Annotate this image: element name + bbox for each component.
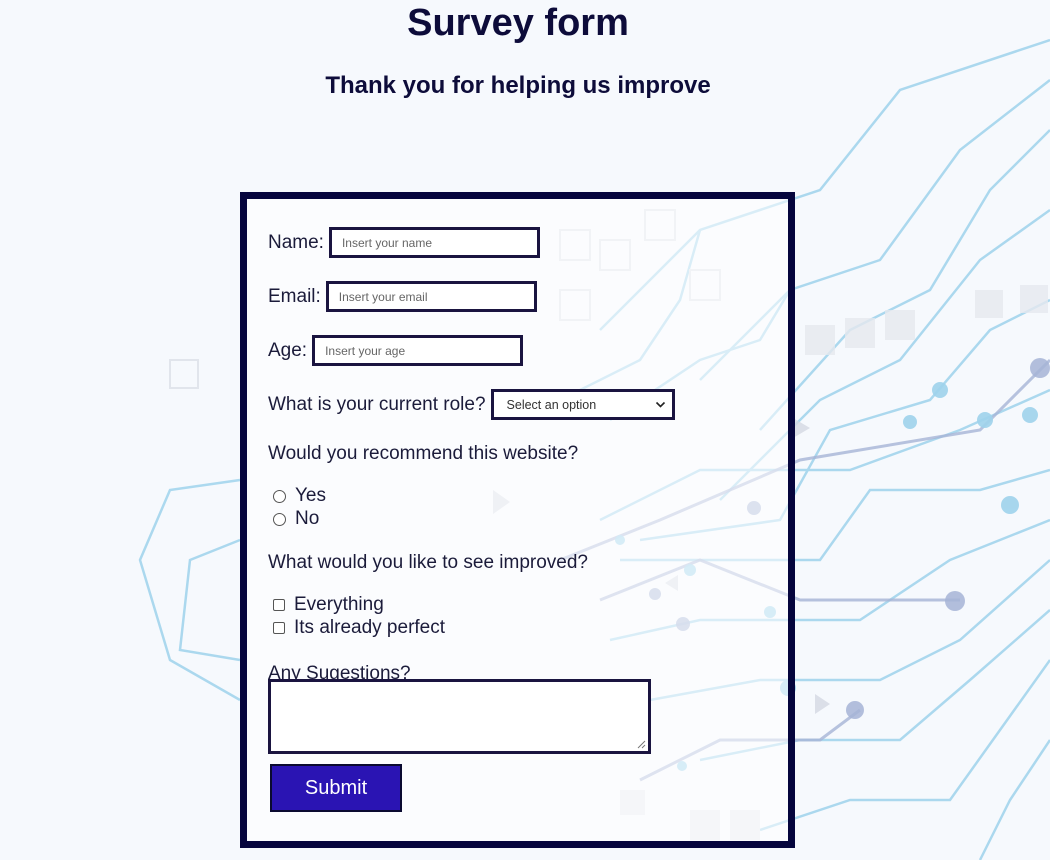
resize-grip-icon[interactable] bbox=[636, 739, 646, 749]
submit-button[interactable]: Submit bbox=[270, 764, 402, 812]
age-row: Age: bbox=[268, 335, 524, 366]
checkbox-perfect-label: Its already perfect bbox=[294, 617, 446, 638]
role-row: What is your current role? Select an opt… bbox=[268, 389, 675, 420]
radio-yes[interactable] bbox=[273, 489, 286, 503]
radio-option-yes[interactable]: Yes bbox=[273, 485, 326, 507]
radio-option-no[interactable]: No bbox=[273, 508, 319, 530]
checkbox-option-perfect[interactable]: Its already perfect bbox=[273, 617, 445, 639]
role-select[interactable]: Select an option bbox=[490, 389, 675, 420]
name-row: Name: bbox=[268, 227, 540, 258]
improve-question: What would you like to see improved? bbox=[268, 552, 588, 573]
email-row: Email: bbox=[268, 281, 537, 312]
radio-no-label: No bbox=[295, 508, 320, 529]
checkbox-option-everything[interactable]: Everything bbox=[273, 594, 384, 616]
name-input[interactable] bbox=[328, 227, 540, 258]
checkbox-everything[interactable] bbox=[273, 599, 285, 611]
role-label: What is your current role? bbox=[268, 393, 486, 415]
age-input[interactable] bbox=[312, 335, 524, 366]
checkbox-perfect[interactable] bbox=[273, 622, 285, 634]
email-label: Email: bbox=[268, 285, 321, 307]
checkbox-everything-label: Everything bbox=[294, 594, 384, 615]
age-label: Age: bbox=[268, 339, 308, 361]
name-label: Name: bbox=[268, 231, 324, 253]
suggestions-textarea[interactable] bbox=[268, 679, 651, 754]
radio-yes-label: Yes bbox=[295, 485, 326, 506]
page-title: Survey form bbox=[407, 2, 629, 44]
page-subtitle: Thank you for helping us improve bbox=[325, 72, 711, 99]
recommend-question: Would you recommend this website? bbox=[268, 443, 579, 464]
survey-form: Name: Email: Age: What is your current r… bbox=[240, 192, 795, 848]
email-input[interactable] bbox=[325, 281, 537, 312]
chevron-down-icon bbox=[655, 401, 665, 408]
role-select-value: Select an option bbox=[506, 397, 597, 412]
radio-no[interactable] bbox=[273, 512, 286, 526]
